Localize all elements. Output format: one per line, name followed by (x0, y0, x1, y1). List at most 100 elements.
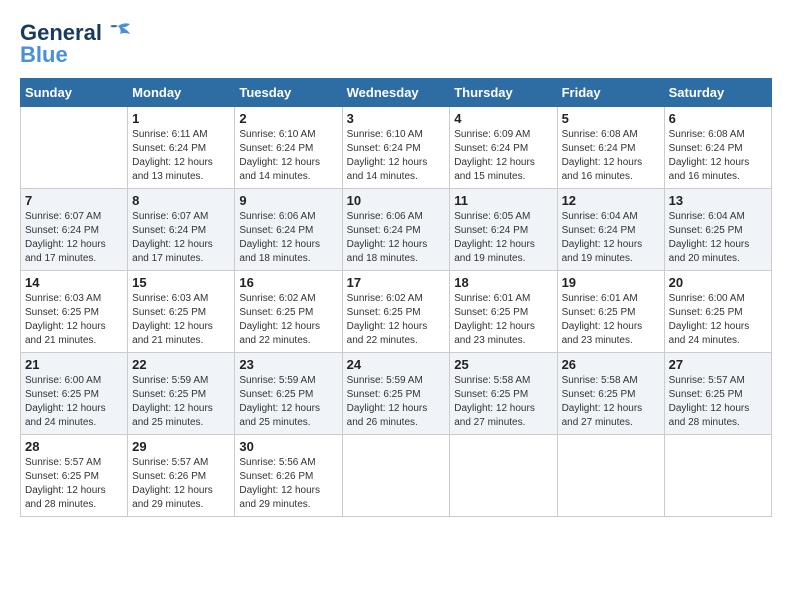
calendar-cell: 7 Sunrise: 6:07 AM Sunset: 6:24 PM Daylig… (21, 189, 128, 271)
day-info: Sunrise: 6:01 AM Sunset: 6:25 PM Dayligh… (562, 292, 660, 348)
day-number: 11 (454, 193, 552, 208)
logo-bird-icon (104, 22, 132, 44)
day-number: 6 (669, 111, 767, 126)
day-info: Sunrise: 5:59 AM Sunset: 6:25 PM Dayligh… (239, 374, 337, 430)
calendar-cell: 10 Sunrise: 6:06 AM Sunset: 6:24 PM Dayli… (342, 189, 450, 271)
calendar-cell: 18 Sunrise: 6:01 AM Sunset: 6:25 PM Dayli… (450, 271, 557, 353)
calendar-cell: 11 Sunrise: 6:05 AM Sunset: 6:24 PM Dayli… (450, 189, 557, 271)
calendar-day-header: Saturday (664, 79, 771, 107)
calendar-week-row: 21 Sunrise: 6:00 AM Sunset: 6:25 PM Dayli… (21, 353, 772, 435)
day-number: 4 (454, 111, 552, 126)
day-info: Sunrise: 6:01 AM Sunset: 6:25 PM Dayligh… (454, 292, 552, 348)
day-info: Sunrise: 6:00 AM Sunset: 6:25 PM Dayligh… (669, 292, 767, 348)
calendar-cell: 2 Sunrise: 6:10 AM Sunset: 6:24 PM Daylig… (235, 107, 342, 189)
calendar-cell: 22Sunrise: 5:59 AM Sunset: 6:25 PM Dayli… (128, 353, 235, 435)
day-info: Sunrise: 6:07 AM Sunset: 6:24 PM Dayligh… (132, 210, 230, 266)
day-number: 16 (239, 275, 337, 290)
day-number: 23 (239, 357, 337, 372)
day-number: 9 (239, 193, 337, 208)
day-info: Sunrise: 6:11 AM Sunset: 6:24 PM Dayligh… (132, 128, 230, 184)
day-info: Sunrise: 5:56 AM Sunset: 6:26 PM Dayligh… (239, 456, 337, 512)
calendar-day-header: Wednesday (342, 79, 450, 107)
calendar-day-header: Tuesday (235, 79, 342, 107)
calendar-cell: 8 Sunrise: 6:07 AM Sunset: 6:24 PM Daylig… (128, 189, 235, 271)
calendar-cell: 9 Sunrise: 6:06 AM Sunset: 6:24 PM Daylig… (235, 189, 342, 271)
calendar-day-header: Monday (128, 79, 235, 107)
day-number: 1 (132, 111, 230, 126)
day-info: Sunrise: 6:10 AM Sunset: 6:24 PM Dayligh… (347, 128, 446, 184)
calendar-day-header: Friday (557, 79, 664, 107)
day-number: 22 (132, 357, 230, 372)
logo-blue: Blue (20, 42, 68, 68)
calendar-week-row: 14 Sunrise: 6:03 AM Sunset: 6:25 PM Dayli… (21, 271, 772, 353)
calendar-cell: 27 Sunrise: 5:57 AM Sunset: 6:25 PM Dayli… (664, 353, 771, 435)
calendar-cell: 5 Sunrise: 6:08 AM Sunset: 6:24 PM Daylig… (557, 107, 664, 189)
day-number: 18 (454, 275, 552, 290)
day-info: Sunrise: 6:10 AM Sunset: 6:24 PM Dayligh… (239, 128, 337, 184)
calendar-cell: 14 Sunrise: 6:03 AM Sunset: 6:25 PM Dayli… (21, 271, 128, 353)
day-number: 8 (132, 193, 230, 208)
day-info: Sunrise: 6:06 AM Sunset: 6:24 PM Dayligh… (347, 210, 446, 266)
calendar-cell: 21 Sunrise: 6:00 AM Sunset: 6:25 PM Dayli… (21, 353, 128, 435)
calendar-cell: 20 Sunrise: 6:00 AM Sunset: 6:25 PM Dayli… (664, 271, 771, 353)
calendar-cell: 26 Sunrise: 5:58 AM Sunset: 6:25 PM Dayli… (557, 353, 664, 435)
day-number: 2 (239, 111, 337, 126)
day-info: Sunrise: 6:04 AM Sunset: 6:24 PM Dayligh… (562, 210, 660, 266)
calendar-cell (342, 435, 450, 517)
day-info: Sunrise: 6:00 AM Sunset: 6:25 PM Dayligh… (25, 374, 123, 430)
calendar-week-row: 28Sunrise: 5:57 AM Sunset: 6:25 PM Dayli… (21, 435, 772, 517)
calendar-cell (557, 435, 664, 517)
day-number: 26 (562, 357, 660, 372)
day-info: Sunrise: 6:09 AM Sunset: 6:24 PM Dayligh… (454, 128, 552, 184)
calendar-cell: 3 Sunrise: 6:10 AM Sunset: 6:24 PM Daylig… (342, 107, 450, 189)
day-number: 7 (25, 193, 123, 208)
day-number: 21 (25, 357, 123, 372)
calendar-cell: 12 Sunrise: 6:04 AM Sunset: 6:24 PM Dayli… (557, 189, 664, 271)
calendar-cell: 4 Sunrise: 6:09 AM Sunset: 6:24 PM Daylig… (450, 107, 557, 189)
day-info: Sunrise: 6:02 AM Sunset: 6:25 PM Dayligh… (347, 292, 446, 348)
day-info: Sunrise: 6:08 AM Sunset: 6:24 PM Dayligh… (562, 128, 660, 184)
logo: General Blue (20, 20, 132, 68)
calendar-cell: 19 Sunrise: 6:01 AM Sunset: 6:25 PM Dayli… (557, 271, 664, 353)
calendar-week-row: 1 Sunrise: 6:11 AM Sunset: 6:24 PM Daylig… (21, 107, 772, 189)
calendar-cell: 30 Sunrise: 5:56 AM Sunset: 6:26 PM Dayli… (235, 435, 342, 517)
day-info: Sunrise: 5:58 AM Sunset: 6:25 PM Dayligh… (562, 374, 660, 430)
calendar-cell: 1 Sunrise: 6:11 AM Sunset: 6:24 PM Daylig… (128, 107, 235, 189)
calendar-cell (450, 435, 557, 517)
calendar-header-row: SundayMondayTuesdayWednesdayThursdayFrid… (21, 79, 772, 107)
day-number: 20 (669, 275, 767, 290)
calendar-cell: 28Sunrise: 5:57 AM Sunset: 6:25 PM Dayli… (21, 435, 128, 517)
calendar-cell (664, 435, 771, 517)
day-info: Sunrise: 5:58 AM Sunset: 6:25 PM Dayligh… (454, 374, 552, 430)
day-number: 5 (562, 111, 660, 126)
day-info: Sunrise: 6:02 AM Sunset: 6:25 PM Dayligh… (239, 292, 337, 348)
calendar-cell: 23 Sunrise: 5:59 AM Sunset: 6:25 PM Dayli… (235, 353, 342, 435)
day-number: 24 (347, 357, 446, 372)
calendar-cell: 17 Sunrise: 6:02 AM Sunset: 6:25 PM Dayli… (342, 271, 450, 353)
day-info: Sunrise: 6:06 AM Sunset: 6:24 PM Dayligh… (239, 210, 337, 266)
day-info: Sunrise: 5:57 AM Sunset: 6:25 PM Dayligh… (669, 374, 767, 430)
day-info: Sunrise: 6:03 AM Sunset: 6:25 PM Dayligh… (25, 292, 123, 348)
day-info: Sunrise: 6:04 AM Sunset: 6:25 PM Dayligh… (669, 210, 767, 266)
day-number: 27 (669, 357, 767, 372)
day-info: Sunrise: 5:57 AM Sunset: 6:26 PM Dayligh… (132, 456, 230, 512)
day-number: 10 (347, 193, 446, 208)
calendar-week-row: 7 Sunrise: 6:07 AM Sunset: 6:24 PM Daylig… (21, 189, 772, 271)
day-number: 12 (562, 193, 660, 208)
calendar-cell: 25Sunrise: 5:58 AM Sunset: 6:25 PM Dayli… (450, 353, 557, 435)
day-number: 30 (239, 439, 337, 454)
calendar-cell: 24Sunrise: 5:59 AM Sunset: 6:25 PM Dayli… (342, 353, 450, 435)
calendar-cell (21, 107, 128, 189)
calendar-cell: 13 Sunrise: 6:04 AM Sunset: 6:25 PM Dayli… (664, 189, 771, 271)
day-number: 14 (25, 275, 123, 290)
page-header: General Blue (20, 20, 772, 68)
calendar-cell: 29Sunrise: 5:57 AM Sunset: 6:26 PM Dayli… (128, 435, 235, 517)
day-info: Sunrise: 6:05 AM Sunset: 6:24 PM Dayligh… (454, 210, 552, 266)
day-number: 13 (669, 193, 767, 208)
calendar-table: SundayMondayTuesdayWednesdayThursdayFrid… (20, 78, 772, 517)
day-number: 17 (347, 275, 446, 290)
day-info: Sunrise: 6:07 AM Sunset: 6:24 PM Dayligh… (25, 210, 123, 266)
day-number: 19 (562, 275, 660, 290)
day-number: 3 (347, 111, 446, 126)
calendar-cell: 6Sunrise: 6:08 AM Sunset: 6:24 PM Daylig… (664, 107, 771, 189)
